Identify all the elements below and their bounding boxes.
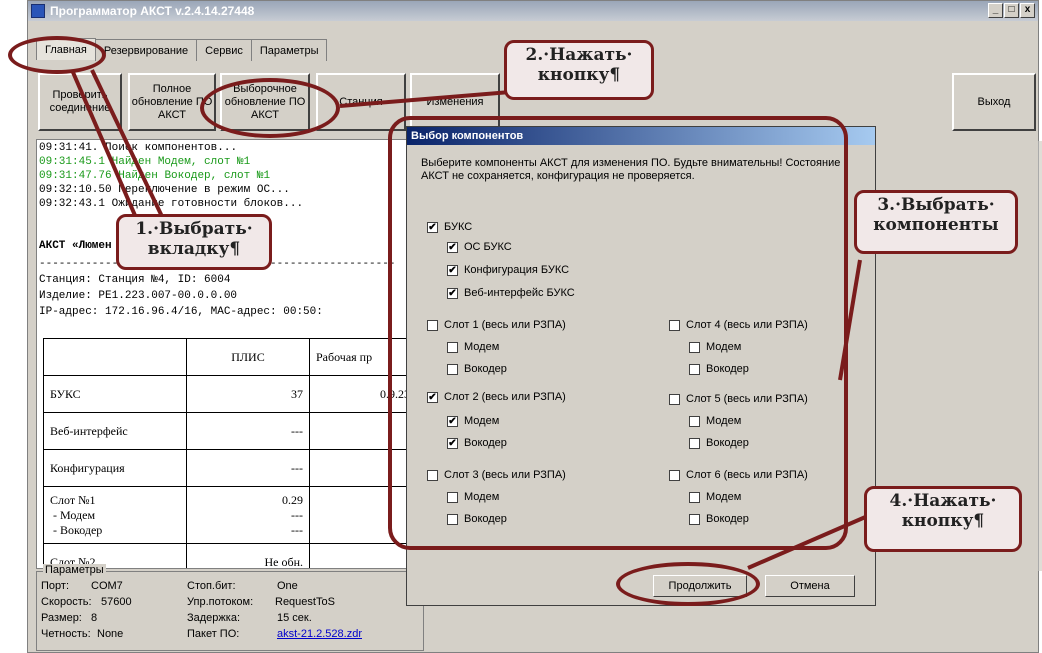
annotation-note-3: 3.·Выбрать· компоненты [854,190,1018,254]
annotation-ring-continue [616,562,760,606]
annotation-ring-button [200,78,340,138]
annotation-rect-components [388,116,848,550]
annotation-note-2: 2.·Нажать· кнопку¶ [504,40,654,100]
annotation-ring-tab [8,36,106,74]
annotation-note-1: 1.·Выбрать· вкладку¶ [116,214,272,270]
annotation-note-4: 4.·Нажать· кнопку¶ [864,486,1022,552]
